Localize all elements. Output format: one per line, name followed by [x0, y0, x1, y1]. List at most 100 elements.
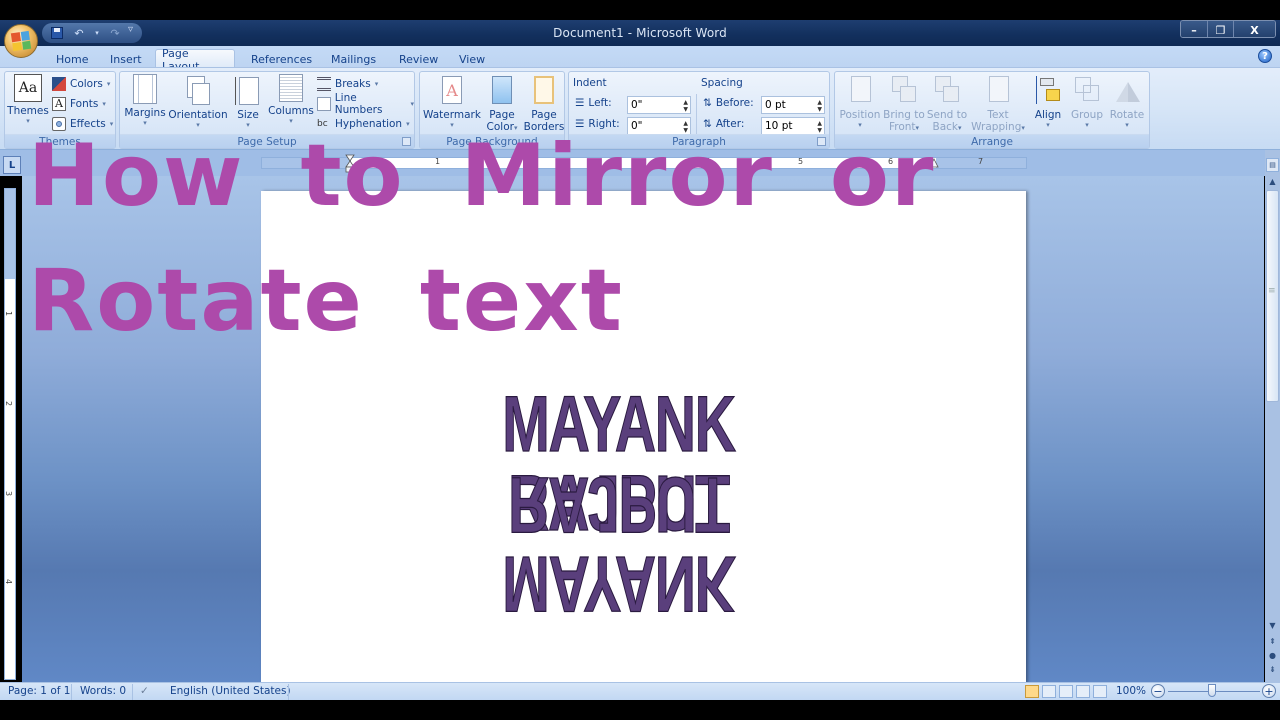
word-count[interactable]: Words: 0	[80, 685, 126, 697]
send-to-back-icon	[932, 74, 962, 106]
themes-icon: Aa	[14, 74, 42, 102]
fonts-button[interactable]: A Fonts ▾	[52, 95, 106, 113]
minimize-icon: –	[1191, 23, 1197, 37]
ruler-toggle-icon: ▤	[1269, 161, 1276, 169]
wordart-mirrored-text[interactable]: MAYANK RAJPUT	[481, 460, 757, 628]
rotate-icon	[1112, 74, 1142, 106]
align-icon	[1033, 74, 1063, 106]
scroll-down-icon: ▼	[1269, 620, 1276, 630]
status-separator	[71, 684, 72, 700]
indent-left-icon: ☰	[575, 97, 585, 109]
plus-icon: +	[1264, 684, 1274, 698]
indent-left-spinner[interactable]: ▲ ▼	[683, 97, 688, 113]
watermark-icon: A	[437, 74, 467, 106]
indent-left-input[interactable]: 0" ▲ ▼	[627, 96, 691, 114]
office-logo-icon	[10, 30, 32, 52]
orientation-button[interactable]: Orientation ▾	[168, 74, 228, 129]
scroll-up-button[interactable]: ▲	[1266, 174, 1279, 188]
ribbon-tabs: Home Insert Page Layout References Maili…	[0, 46, 1280, 73]
zoom-in-button[interactable]: +	[1262, 684, 1276, 698]
vertical-ruler-margin	[5, 189, 15, 279]
columns-button[interactable]: Columns ▾	[268, 74, 314, 125]
spacing-heading: Spacing	[701, 77, 743, 89]
fonts-icon: A	[52, 97, 66, 111]
rotate-button[interactable]: Rotate ▾	[1107, 74, 1147, 129]
next-page-button[interactable]: ⇟	[1266, 662, 1279, 676]
vertical-ruler[interactable]: 1 2 3 4	[4, 188, 16, 680]
tab-stop-icon: L	[8, 159, 16, 171]
page-borders-button[interactable]: Page Borders	[523, 74, 565, 133]
proofing-icon[interactable]: ✓	[140, 685, 149, 697]
scroll-down-button[interactable]: ▼	[1266, 618, 1279, 632]
themes-button[interactable]: Aa Themes ▾	[7, 74, 49, 125]
line-numbers-button[interactable]: Line Numbers ▾	[317, 92, 414, 116]
page-color-button[interactable]: Page Color▾	[482, 74, 522, 133]
spacing-before-input[interactable]: 0 pt ▲ ▼	[761, 96, 825, 114]
text-wrapping-button[interactable]: Text Wrapping▾	[969, 74, 1027, 133]
close-button[interactable]: X	[1233, 21, 1275, 37]
previous-page-icon: ⇞	[1269, 636, 1276, 646]
ruler-number: 3	[4, 490, 14, 497]
full-screen-reading-view-button[interactable]	[1042, 685, 1056, 698]
ruler-number: 1	[4, 310, 14, 317]
overlay-title-line-1: How to Mirror or	[28, 126, 936, 226]
zoom-slider-thumb[interactable]	[1208, 684, 1216, 697]
tab-view[interactable]: View	[453, 49, 491, 69]
help-button[interactable]: ?	[1258, 49, 1272, 63]
columns-icon	[279, 74, 303, 102]
page-borders-icon	[529, 74, 559, 106]
restore-button[interactable]: ❐	[1207, 21, 1233, 37]
select-browse-object-button[interactable]: ●	[1266, 648, 1279, 662]
print-layout-view-button[interactable]	[1025, 685, 1039, 698]
zoom-level[interactable]: 100%	[1116, 685, 1146, 697]
restore-icon: ❐	[1215, 23, 1226, 37]
window-title: Document1 - Microsoft Word	[553, 26, 727, 40]
breaks-icon	[317, 77, 331, 91]
tab-home[interactable]: Home	[50, 49, 94, 69]
watermark-button[interactable]: A Watermark ▾	[423, 74, 481, 129]
ruler-number: 2	[4, 400, 14, 407]
zoom-out-button[interactable]: −	[1151, 684, 1165, 698]
scroll-thumb[interactable]	[1266, 190, 1279, 402]
ruler-number: 7	[978, 157, 984, 166]
position-button[interactable]: Position ▾	[838, 74, 882, 129]
office-button[interactable]	[4, 24, 38, 58]
margins-icon	[133, 74, 157, 104]
previous-page-button[interactable]: ⇞	[1266, 634, 1279, 648]
text-wrapping-icon	[983, 74, 1013, 106]
size-icon	[233, 74, 263, 106]
draft-view-button[interactable]	[1093, 685, 1107, 698]
tab-insert[interactable]: Insert	[104, 49, 148, 69]
vertical-scrollbar[interactable]: ▤ ▲ ▼ ⇞ ● ⇟	[1265, 150, 1280, 682]
close-icon: X	[1250, 23, 1259, 37]
tab-selector-button[interactable]: L	[3, 156, 21, 174]
margins-button[interactable]: Margins ▾	[123, 74, 167, 127]
align-button[interactable]: Align ▾	[1030, 74, 1066, 129]
minimize-button[interactable]: –	[1181, 21, 1207, 37]
tab-review[interactable]: Review	[393, 49, 444, 69]
outline-view-button[interactable]	[1076, 685, 1090, 698]
group-button[interactable]: Group ▾	[1068, 74, 1106, 129]
breaks-button[interactable]: Breaks ▾	[317, 75, 378, 93]
overlay-title-line-2: Rotate text	[28, 251, 624, 351]
minus-icon: −	[1153, 684, 1163, 698]
bring-to-front-button[interactable]: Bring to Front▾	[883, 74, 925, 133]
tab-mailings[interactable]: Mailings	[325, 49, 382, 69]
page-color-icon	[487, 74, 517, 106]
tab-page-layout[interactable]: Page Layout	[155, 47, 235, 73]
tab-references[interactable]: References	[245, 49, 318, 69]
view-ruler-button[interactable]: ▤	[1266, 158, 1279, 172]
status-separator	[288, 684, 289, 700]
word-window: ↶ ▾ ↷ ▿ Document1 - Microsoft Word – ❐ X…	[0, 0, 1280, 720]
orientation-icon	[183, 74, 213, 106]
colors-button[interactable]: Colors ▾	[52, 75, 110, 93]
spacing-before-icon: ⇅	[703, 97, 712, 109]
send-to-back-button[interactable]: Send to Back▾	[926, 74, 968, 133]
colors-icon	[52, 77, 66, 91]
size-button[interactable]: Size ▾	[230, 74, 266, 129]
page-count[interactable]: Page: 1 of 1	[8, 685, 70, 697]
spacing-before-spinner[interactable]: ▲ ▼	[817, 97, 822, 113]
line-numbers-icon	[317, 97, 331, 111]
language-indicator[interactable]: English (United States)	[170, 685, 291, 697]
web-layout-view-button[interactable]	[1059, 685, 1073, 698]
